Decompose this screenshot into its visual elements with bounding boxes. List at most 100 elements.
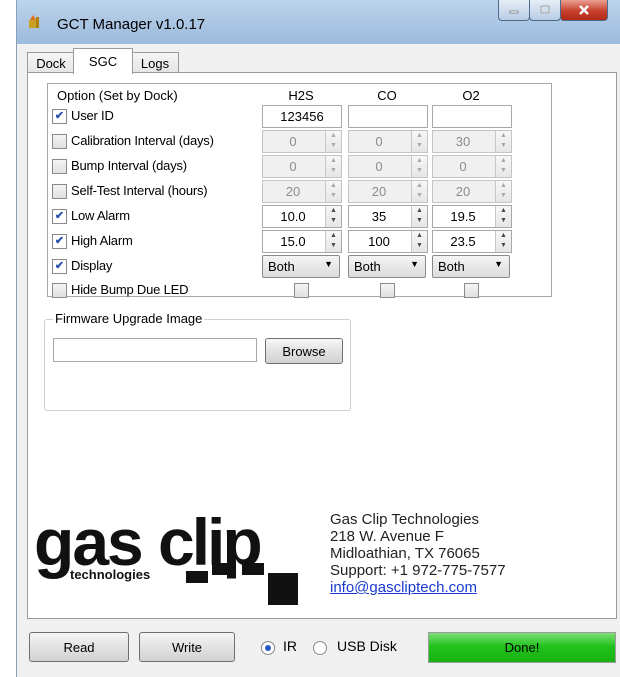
h2s-display-select[interactable]: Both ▼ — [262, 255, 340, 278]
down-arrow-icon: ▼ — [330, 192, 337, 199]
spinner-value: 0 — [459, 159, 467, 174]
spinner-arrows[interactable]: ▲ ▼ — [495, 181, 511, 202]
spinner-value: 35 — [371, 209, 387, 224]
read-label: Read — [63, 639, 95, 655]
tab-dock[interactable]: Dock — [27, 52, 75, 73]
ir-radio[interactable] — [261, 641, 275, 655]
o2-low-alarm-spinner[interactable]: 19.5 ▲ ▼ — [432, 205, 512, 228]
spinner-arrows[interactable]: ▲ ▼ — [325, 156, 341, 177]
spinner-value: 0 — [375, 159, 383, 174]
spinner-arrows[interactable]: ▲ ▼ — [411, 181, 427, 202]
h2s-low-alarm-spinner[interactable]: 10.0 ▲ ▼ — [262, 205, 342, 228]
browse-label: Browse — [282, 343, 326, 359]
spinner-arrows[interactable]: ▲ ▼ — [325, 131, 341, 152]
display-checkbox[interactable]: ✔ — [52, 259, 67, 274]
column-o2: O2 — [462, 88, 480, 103]
h2s-calibration-spinner[interactable]: 0 ▲ ▼ — [262, 130, 342, 153]
low-alarm-checkbox[interactable]: ✔ — [52, 209, 67, 224]
o2-display-select[interactable]: Both ▼ — [432, 255, 510, 278]
down-arrow-icon: ▼ — [500, 167, 507, 174]
down-arrow-icon: ▼ — [330, 142, 337, 149]
spinner-arrows[interactable]: ▲ ▼ — [325, 231, 341, 252]
option-label: Self-Test Interval (hours) — [71, 183, 208, 198]
maximize-button[interactable] — [529, 0, 561, 21]
up-arrow-icon: ▲ — [416, 182, 423, 189]
co-self-test-spinner[interactable]: 20 ▲ ▼ — [348, 180, 428, 203]
browse-button[interactable]: Browse — [265, 338, 343, 364]
spinner-arrows[interactable]: ▲ ▼ — [411, 231, 427, 252]
o2-hide-bump-led-checkbox[interactable] — [464, 283, 479, 298]
window-title: GCT Manager v1.0.17 — [57, 16, 206, 33]
option-row-bump-interval: Bump Interval (days) 0 ▲ ▼ 0 ▲ ▼ 0 ▲ ▼ — [48, 155, 551, 179]
h2s-hide-bump-led-checkbox[interactable] — [294, 283, 309, 298]
co-bump-spinner[interactable]: 0 ▲ ▼ — [348, 155, 428, 178]
field-value: 123456 — [280, 109, 324, 124]
footer-bar: Read Write IR USB Disk Done! — [17, 620, 620, 670]
option-label: Low Alarm — [71, 208, 130, 223]
close-button[interactable] — [560, 0, 608, 21]
o2-user-id-field[interactable] — [432, 105, 512, 128]
status-text: Done! — [504, 640, 540, 655]
o2-bump-spinner[interactable]: 0 ▲ ▼ — [432, 155, 512, 178]
minimize-button[interactable] — [498, 0, 530, 21]
h2s-bump-spinner[interactable]: 0 ▲ ▼ — [262, 155, 342, 178]
spinner-arrows[interactable]: ▲ ▼ — [325, 181, 341, 202]
write-button[interactable]: Write — [139, 632, 235, 662]
spinner-arrows[interactable]: ▲ ▼ — [495, 131, 511, 152]
status-progress-bar: Done! — [428, 632, 616, 663]
h2s-user-id-field[interactable]: 123456 — [262, 105, 342, 128]
usb-disk-radio[interactable] — [313, 641, 327, 655]
option-row-low-alarm: ✔ Low Alarm 10.0 ▲ ▼ 35 ▲ ▼ 19.5 ▲ ▼ — [48, 205, 551, 229]
o2-calibration-spinner[interactable]: 30 ▲ ▼ — [432, 130, 512, 153]
calibration-interval-checkbox[interactable] — [52, 134, 67, 149]
tab-sgc-label: SGC — [88, 54, 118, 69]
up-arrow-icon: ▲ — [330, 157, 337, 164]
down-arrow-icon: ▼ — [416, 217, 423, 224]
spinner-arrows[interactable]: ▲ ▼ — [411, 131, 427, 152]
spinner-value: 30 — [455, 134, 471, 149]
tab-sgc[interactable]: SGC — [73, 48, 133, 74]
high-alarm-checkbox[interactable]: ✔ — [52, 234, 67, 249]
user-id-checkbox[interactable]: ✔ — [52, 109, 67, 124]
option-label: High Alarm — [71, 233, 133, 248]
up-arrow-icon: ▲ — [330, 132, 337, 139]
close-icon — [579, 5, 589, 15]
company-address: Gas Clip Technologies 218 W. Avenue F Mi… — [330, 511, 506, 596]
spinner-arrows[interactable]: ▲ ▼ — [495, 231, 511, 252]
firmware-upgrade-group: Firmware Upgrade Image Browse — [44, 311, 351, 411]
firmware-path-input[interactable] — [53, 338, 257, 362]
self-test-interval-checkbox[interactable] — [52, 184, 67, 199]
spinner-value: 10.0 — [280, 209, 306, 224]
down-arrow-icon: ▼ — [500, 142, 507, 149]
spinner-arrows[interactable]: ▲ ▼ — [411, 156, 427, 177]
hide-bump-due-led-checkbox[interactable] — [52, 283, 67, 298]
co-low-alarm-spinner[interactable]: 35 ▲ ▼ — [348, 205, 428, 228]
title-bar[interactable]: GCT Manager v1.0.17 — [17, 0, 620, 44]
o2-self-test-spinner[interactable]: 20 ▲ ▼ — [432, 180, 512, 203]
email-link[interactable]: info@gascliptech.com — [330, 579, 506, 596]
co-calibration-spinner[interactable]: 0 ▲ ▼ — [348, 130, 428, 153]
bump-interval-checkbox[interactable] — [52, 159, 67, 174]
co-display-select[interactable]: Both ▼ — [348, 255, 426, 278]
co-high-alarm-spinner[interactable]: 100 ▲ ▼ — [348, 230, 428, 253]
h2s-self-test-spinner[interactable]: 20 ▲ ▼ — [262, 180, 342, 203]
h2s-high-alarm-spinner[interactable]: 15.0 ▲ ▼ — [262, 230, 342, 253]
column-co: CO — [377, 88, 397, 103]
option-row-calibration-interval: Calibration Interval (days) 0 ▲ ▼ 0 ▲ ▼ 30 ▲ ▼ — [48, 130, 551, 154]
app-window: GCT Manager v1.0.17 Dock SGC Logs Option… — [16, 0, 620, 677]
down-arrow-icon: ▼ — [416, 142, 423, 149]
spinner-arrows[interactable]: ▲ ▼ — [411, 206, 427, 227]
tab-logs[interactable]: Logs — [131, 52, 179, 73]
spinner-arrows[interactable]: ▲ ▼ — [495, 206, 511, 227]
o2-high-alarm-spinner[interactable]: 23.5 ▲ ▼ — [432, 230, 512, 253]
read-button[interactable]: Read — [29, 632, 129, 662]
spinner-arrows[interactable]: ▲ ▼ — [325, 206, 341, 227]
spinner-value: 20 — [371, 184, 387, 199]
tab-dock-label: Dock — [36, 55, 66, 71]
co-hide-bump-led-checkbox[interactable] — [380, 283, 395, 298]
co-user-id-field[interactable] — [348, 105, 428, 128]
maximize-icon — [540, 5, 550, 14]
select-value: Both — [438, 259, 465, 274]
up-arrow-icon: ▲ — [500, 157, 507, 164]
spinner-arrows[interactable]: ▲ ▼ — [495, 156, 511, 177]
